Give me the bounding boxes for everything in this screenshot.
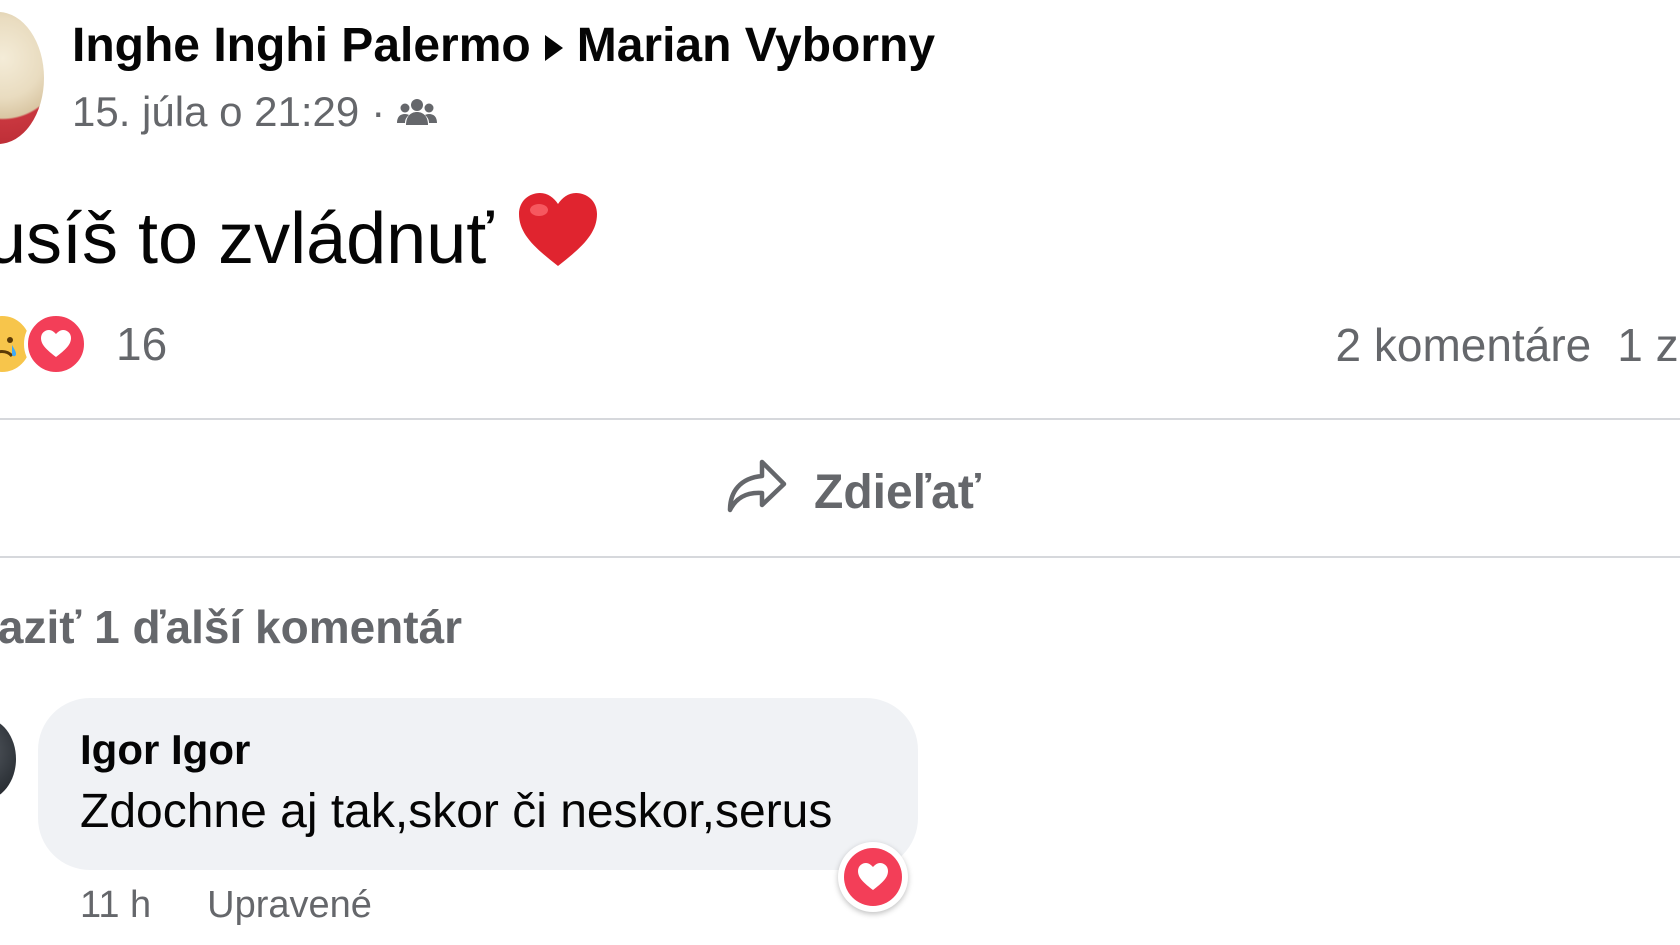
comment-edited-label[interactable]: Upravené	[207, 884, 372, 927]
post-header: Inghe Inghi Palermo Marian Vyborny	[72, 18, 935, 73]
author-avatar[interactable]	[0, 12, 44, 144]
comment-count-link[interactable]: 2 komentáre	[1336, 318, 1592, 372]
divider-top	[0, 418, 1680, 420]
comment-author[interactable]: Igor Igor	[80, 726, 250, 774]
post-text: usíš to zvládnuť	[0, 198, 494, 279]
comment-time[interactable]: 11 h	[80, 884, 151, 927]
share-count-link[interactable]: 1 zdie	[1617, 318, 1680, 372]
author-name[interactable]: Inghe Inghi Palermo	[72, 18, 531, 73]
arrow-right-icon	[544, 34, 563, 61]
love-icon	[844, 848, 902, 906]
share-button[interactable]: Zdieľať	[726, 458, 981, 526]
comment-reaction-badge[interactable]	[838, 842, 908, 912]
post-body: usíš to zvládnuť	[0, 190, 601, 287]
view-more-comments-link[interactable]: raziť 1 ďalší komentár	[0, 600, 462, 654]
share-arrow-icon	[726, 458, 788, 526]
share-label: Zdieľať	[814, 465, 981, 519]
post-meta: 15. júla o 21:29 ·	[72, 88, 438, 136]
comment-meta: 11 h Upravené	[80, 884, 372, 927]
meta-separator: ·	[371, 88, 386, 135]
target-name[interactable]: Marian Vyborny	[577, 18, 935, 73]
reaction-summary[interactable]: 16	[0, 312, 167, 376]
engagement-stats: 2 komentáre 1 zdie	[1336, 318, 1680, 372]
heart-emoji-icon	[515, 190, 601, 287]
love-icon	[24, 312, 88, 376]
comment-text: Zdochne aj tak,skor či neskor,serus	[80, 785, 833, 838]
post-timestamp[interactable]: 15. júla o 21:29	[72, 88, 359, 136]
divider-bottom	[0, 556, 1680, 558]
post-card: Inghe Inghi Palermo Marian Vyborny 15. j…	[0, 0, 1680, 945]
commenter-avatar[interactable]	[0, 718, 16, 800]
friends-icon[interactable]	[397, 97, 438, 127]
reaction-count: 16	[116, 318, 168, 370]
comment-bubble: Igor Igor Zdochne aj tak,skor či neskor,…	[38, 698, 918, 870]
